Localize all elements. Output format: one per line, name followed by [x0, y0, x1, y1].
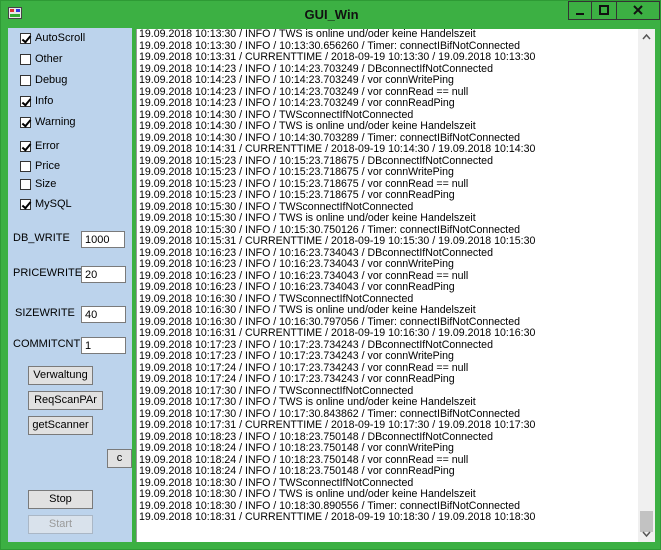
getscanner-button[interactable]: getScanner [28, 416, 93, 435]
log-line: 19.09.2018 10:16:31 / CURRENTTIME / 2018… [139, 327, 536, 339]
start-button[interactable]: Start [28, 515, 93, 534]
window-title: GUI_Win [304, 7, 359, 22]
field-input-sizewrite[interactable]: 40 [81, 306, 126, 323]
checkbox-label: Warning [35, 116, 76, 128]
log-line: 19.09.2018 10:15:23 / INFO / 10:15:23.71… [139, 166, 454, 178]
log-line: 19.09.2018 10:14:23 / INFO / 10:14:23.70… [139, 97, 455, 109]
log-line: 19.09.2018 10:16:23 / INFO / 10:16:23.73… [139, 258, 454, 270]
log-line: 19.09.2018 10:14:23 / INFO / 10:14:23.70… [139, 74, 454, 86]
close-icon [633, 5, 643, 15]
minimize-button[interactable] [568, 1, 592, 20]
maximize-button[interactable] [591, 1, 617, 20]
field-input-commitcnt[interactable]: 1 [81, 337, 126, 354]
title-bar[interactable]: GUI_Win [1, 1, 660, 27]
reqscanpar-button[interactable]: ReqScanPAr [28, 391, 103, 410]
log-textbox[interactable]: 19.09.2018 10:13:30 / INFO / TWS is onli… [136, 29, 639, 542]
log-line: 19.09.2018 10:15:31 / CURRENTTIME / 2018… [139, 235, 536, 247]
scroll-up-icon[interactable] [638, 29, 655, 45]
log-line: 19.09.2018 10:17:31 / CURRENTTIME / 2018… [139, 419, 536, 431]
log-scrollbar[interactable] [638, 29, 655, 542]
log-line: 19.09.2018 10:17:23 / INFO / 10:17:23.73… [139, 350, 454, 362]
log-line: 19.09.2018 10:18:31 / CURRENTTIME / 2018… [139, 511, 536, 523]
log-line: 19.09.2018 10:13:31 / CURRENTTIME / 2018… [139, 51, 536, 63]
log-line: 19.09.2018 10:14:30 / INFO / TWS is onli… [139, 120, 476, 132]
log-line: 19.09.2018 10:16:30 / INFO / TWS is onli… [139, 304, 476, 316]
field-label-db_write: DB_WRITE [13, 232, 70, 244]
field-input-db_write[interactable]: 1000 [81, 231, 125, 248]
field-label-commitcnt: COMMITCNT [13, 338, 81, 350]
checkbox-label: MySQL [35, 198, 72, 210]
field-label-sizewrite: SIZEWRITE [15, 307, 75, 319]
check-icon[interactable] [20, 96, 31, 107]
check-icon[interactable] [20, 199, 31, 210]
field-label-pricewrite: PRICEWRITE [13, 267, 83, 279]
field-input-pricewrite[interactable]: 20 [81, 266, 126, 283]
checkbox-label: Other [35, 53, 63, 65]
checkbox-box[interactable] [20, 161, 31, 172]
log-line: 19.09.2018 10:15:23 / INFO / 10:15:23.71… [139, 189, 455, 201]
checkbox-label: Size [35, 178, 57, 190]
check-icon[interactable] [20, 141, 31, 152]
verwaltung-button[interactable]: Verwaltung [28, 366, 93, 385]
close-button[interactable] [616, 1, 660, 20]
log-line: 19.09.2018 10:17:24 / INFO / 10:17:23.73… [139, 373, 455, 385]
checkbox-box[interactable] [20, 54, 31, 65]
checkbox-box[interactable] [20, 179, 31, 190]
stop-button[interactable]: Stop [28, 490, 93, 509]
check-icon[interactable] [20, 117, 31, 128]
minimize-icon [576, 13, 584, 15]
checkbox-label: Info [35, 95, 54, 107]
log-line: 19.09.2018 10:18:30 / INFO / TWS is onli… [139, 488, 476, 500]
check-icon[interactable] [20, 33, 31, 44]
checkbox-label: AutoScroll [35, 32, 86, 44]
log-line: 19.09.2018 10:16:23 / INFO / 10:16:23.73… [139, 281, 455, 293]
main-window: GUI_Win AutoScroll Other Debug Info Warning E… [0, 0, 661, 550]
log-line: 19.09.2018 10:17:30 / INFO / TWS is onli… [139, 396, 476, 408]
checkbox-label: Error [35, 140, 60, 152]
log-line: 19.09.2018 10:14:31 / CURRENTTIME / 2018… [139, 143, 536, 155]
log-line: 19.09.2018 10:13:30 / INFO / TWS is onli… [139, 29, 476, 40]
log-lines: 19.09.2018 10:13:30 / INFO / TWS is onli… [139, 29, 535, 524]
partially-hidden-button[interactable]: c [107, 449, 132, 468]
maximize-icon [599, 5, 609, 15]
log-line: 19.09.2018 10:18:24 / INFO / 10:18:23.75… [139, 442, 454, 454]
checkbox-label: Price [35, 160, 61, 172]
checkbox-label: Debug [35, 74, 68, 86]
scroll-down-icon[interactable] [638, 526, 655, 542]
log-line: 19.09.2018 10:18:24 / INFO / 10:18:23.75… [139, 465, 455, 477]
checkbox-box[interactable] [20, 75, 31, 86]
log-line: 19.09.2018 10:15:30 / INFO / TWS is onli… [139, 212, 476, 224]
